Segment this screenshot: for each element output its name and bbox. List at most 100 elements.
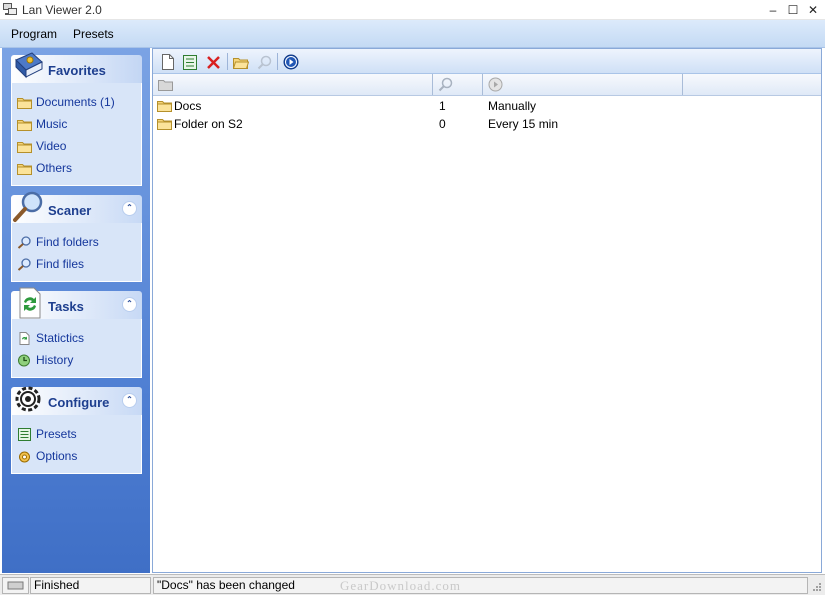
- folder-icon: [17, 141, 32, 153]
- book-icon: [15, 52, 43, 79]
- close-window-button[interactable]: ✕: [802, 1, 824, 19]
- list-icon: [183, 54, 197, 70]
- table-row[interactable]: Folder on S2 0 Every 15 min: [153, 115, 821, 133]
- scaner-item-find-files[interactable]: Find files: [17, 255, 84, 273]
- scaner-header[interactable]: Scaner ⌃: [11, 191, 142, 223]
- tasks-collapse-button[interactable]: ⌃: [122, 297, 137, 312]
- gear-icon: [15, 386, 41, 412]
- scaner-panel: Scaner ⌃ Find folders Find files: [11, 191, 142, 282]
- toolbar: [153, 49, 821, 74]
- configure-item-label: Presets: [36, 427, 77, 441]
- play-icon: [283, 54, 299, 70]
- favorites-title: Favorites: [48, 63, 106, 78]
- configure-body: Presets Options: [11, 415, 142, 474]
- column-header-name[interactable]: [153, 74, 433, 95]
- row-schedule: Every 15 min: [488, 117, 559, 131]
- column-header-schedule[interactable]: [483, 74, 683, 95]
- search-icon: [438, 77, 453, 92]
- favorites-panel: Favorites Documents (1) Music Video Othe…: [11, 52, 142, 186]
- magnifier-icon: [17, 257, 31, 271]
- play-icon: [488, 77, 503, 92]
- tasks-item-label: History: [36, 353, 74, 367]
- configure-item-options[interactable]: Options: [17, 447, 77, 465]
- watermark: GearDownload.com: [340, 578, 462, 593]
- scaner-item-find-folders[interactable]: Find folders: [17, 233, 99, 251]
- tasks-title: Tasks: [48, 299, 84, 314]
- folder-icon: [157, 101, 172, 112]
- tasks-item-history[interactable]: History: [17, 351, 73, 369]
- row-count: 0: [439, 117, 446, 131]
- row-schedule: Manually: [488, 99, 537, 113]
- tasks-item-label: Statictics: [36, 331, 85, 345]
- favorites-item-documents[interactable]: Documents (1): [17, 93, 115, 111]
- status-message: "Docs" has been changed: [153, 577, 808, 594]
- menu-program[interactable]: Program: [11, 27, 57, 41]
- list-icon: [18, 427, 31, 441]
- tasks-item-statictics[interactable]: Statictics: [17, 329, 84, 347]
- scaner-collapse-button[interactable]: ⌃: [122, 201, 137, 216]
- favorites-item-label: Video: [36, 139, 67, 153]
- configure-collapse-button[interactable]: ⌃: [122, 393, 137, 408]
- toolbar-separator: [227, 53, 228, 70]
- delete-button[interactable]: [203, 52, 223, 72]
- configure-header[interactable]: Configure ⌃: [11, 386, 142, 415]
- table-row[interactable]: Docs 1 Manually: [153, 97, 821, 115]
- column-header-extra[interactable]: [683, 74, 821, 95]
- refresh-page-icon: [19, 287, 41, 319]
- status-progress-icon: [7, 581, 24, 590]
- search-button[interactable]: [254, 52, 274, 72]
- row-count: 1: [439, 99, 446, 113]
- main-panel: Docs 1 Manually Folder on S2 0 Every 15 …: [152, 48, 822, 573]
- new-document-icon: [162, 54, 174, 70]
- resize-grip-icon[interactable]: [812, 582, 822, 592]
- configure-item-label: Options: [36, 449, 78, 463]
- toolbar-separator: [277, 53, 278, 70]
- configure-title: Configure: [48, 395, 110, 410]
- search-icon: [257, 55, 271, 69]
- folder-icon: [17, 97, 32, 109]
- scaner-title: Scaner: [48, 203, 92, 218]
- folder-icon: [17, 119, 32, 131]
- options-icon: [19, 451, 30, 462]
- delete-icon: [206, 55, 220, 69]
- history-icon: [18, 354, 30, 366]
- favorites-item-music[interactable]: Music: [17, 115, 67, 133]
- column-header-count[interactable]: [433, 74, 483, 95]
- status-bar: Finished "Docs" has been changed GearDow…: [0, 574, 825, 595]
- favorites-item-video[interactable]: Video: [17, 137, 66, 155]
- magnifier-icon: [17, 235, 31, 249]
- title-bar: Lan Viewer 2.0 – ☐ ✕: [0, 0, 825, 20]
- sidebar: Favorites Documents (1) Music Video Othe…: [2, 48, 150, 573]
- favorites-item-label: Music: [36, 117, 68, 131]
- folder-icon: [157, 119, 172, 130]
- run-button[interactable]: [281, 52, 301, 72]
- window-title: Lan Viewer 2.0: [22, 3, 102, 17]
- status-state: Finished: [30, 577, 151, 594]
- configure-panel: Configure ⌃ Presets Options: [11, 386, 142, 474]
- refresh-page-icon: [19, 331, 30, 345]
- scaner-body: Find folders Find files: [11, 223, 142, 282]
- open-folder-button[interactable]: [231, 52, 251, 72]
- favorites-header[interactable]: Favorites: [11, 52, 142, 83]
- favorites-item-others[interactable]: Others: [17, 159, 72, 177]
- folder-icon: [17, 163, 32, 175]
- status-indicator: [2, 577, 29, 594]
- open-folder-icon: [233, 57, 249, 69]
- magnifier-icon: [13, 191, 43, 222]
- tasks-header[interactable]: Tasks ⌃: [11, 287, 142, 319]
- configure-item-presets[interactable]: Presets: [17, 425, 77, 443]
- scaner-item-label: Find folders: [36, 235, 99, 249]
- row-name: Docs: [174, 99, 202, 113]
- favorites-item-label: Others: [36, 161, 73, 175]
- scaner-item-label: Find files: [36, 257, 85, 271]
- favorites-item-label: Documents (1): [36, 95, 115, 109]
- favorites-body: Documents (1) Music Video Others: [11, 83, 142, 186]
- tasks-panel: Tasks ⌃ Statictics History: [11, 287, 142, 378]
- menu-presets[interactable]: Presets: [73, 27, 114, 41]
- folder-icon: [158, 79, 173, 91]
- app-icon: [3, 3, 17, 15]
- new-button[interactable]: [158, 52, 178, 72]
- minimize-button[interactable]: –: [762, 1, 784, 19]
- list-button[interactable]: [180, 52, 200, 72]
- maximize-button[interactable]: ☐: [782, 1, 804, 19]
